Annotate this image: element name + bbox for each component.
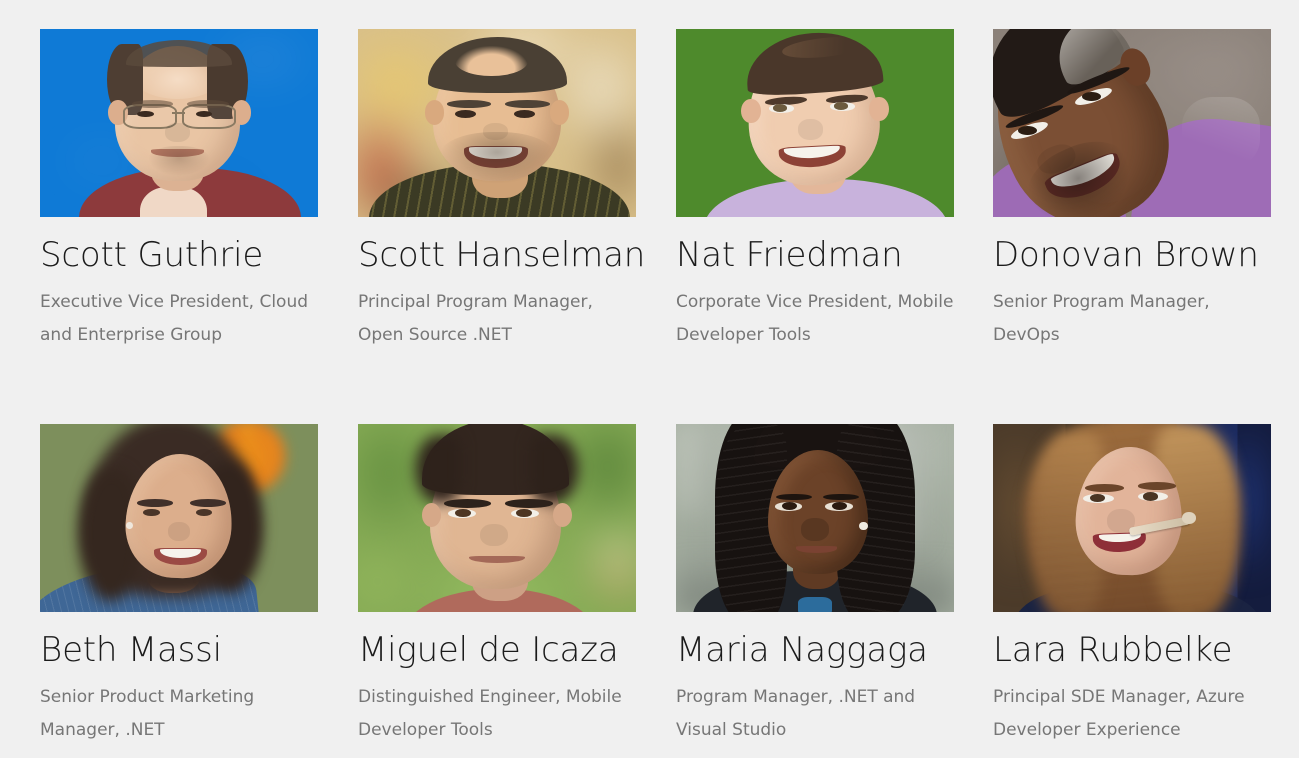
person-name: Maria Naggaga	[676, 630, 928, 670]
person-title: Senior Program Manager, DevOps	[993, 292, 1210, 345]
people-grid: Scott Guthrie Executive Vice President, …	[0, 0, 1299, 758]
portrait-beth-massi[interactable]	[40, 424, 318, 612]
person-card[interactable]: Donovan Brown Senior Program Manager, De…	[993, 29, 1271, 352]
portrait-scott-guthrie[interactable]	[40, 29, 318, 217]
person-name: Miguel de Icaza	[358, 630, 619, 670]
person-title: Principal SDE Manager, Azure Developer E…	[993, 687, 1245, 740]
person-name: Beth Massi	[40, 630, 222, 670]
person-card[interactable]: Maria Naggaga Program Manager, .NET and …	[676, 424, 954, 747]
person-title: Corporate Vice President, Mobile Develop…	[676, 292, 954, 345]
person-name: Nat Friedman	[676, 235, 903, 275]
portrait-miguel-de-icaza[interactable]	[358, 424, 636, 612]
person-card[interactable]: Beth Massi Senior Product Marketing Mana…	[40, 424, 318, 747]
person-title: Senior Product Marketing Manager, .NET	[40, 687, 255, 740]
person-title: Program Manager, .NET and Visual Studio	[676, 687, 916, 740]
person-title: Executive Vice President, Cloud and Ente…	[40, 292, 309, 345]
person-card[interactable]: Nat Friedman Corporate Vice President, M…	[676, 29, 954, 352]
person-name: Lara Rubbelke	[993, 630, 1233, 670]
portrait-donovan-brown[interactable]	[993, 29, 1271, 217]
person-title: Distinguished Engineer, Mobile Developer…	[358, 687, 622, 740]
person-name: Scott Hanselman	[358, 235, 646, 275]
person-name: Donovan Brown	[993, 235, 1259, 275]
person-card[interactable]: Lara Rubbelke Principal SDE Manager, Azu…	[993, 424, 1271, 747]
portrait-scott-hanselman[interactable]	[358, 29, 636, 217]
portrait-nat-friedman[interactable]	[676, 29, 954, 217]
portrait-lara-rubbelke[interactable]	[993, 424, 1271, 612]
person-card[interactable]: Scott Guthrie Executive Vice President, …	[40, 29, 318, 352]
person-card[interactable]: Miguel de Icaza Distinguished Engineer, …	[358, 424, 636, 747]
person-name: Scott Guthrie	[40, 235, 264, 275]
portrait-maria-naggaga[interactable]	[676, 424, 954, 612]
person-title: Principal Program Manager, Open Source .…	[358, 292, 593, 345]
person-card[interactable]: Scott Hanselman Principal Program Manage…	[358, 29, 646, 352]
